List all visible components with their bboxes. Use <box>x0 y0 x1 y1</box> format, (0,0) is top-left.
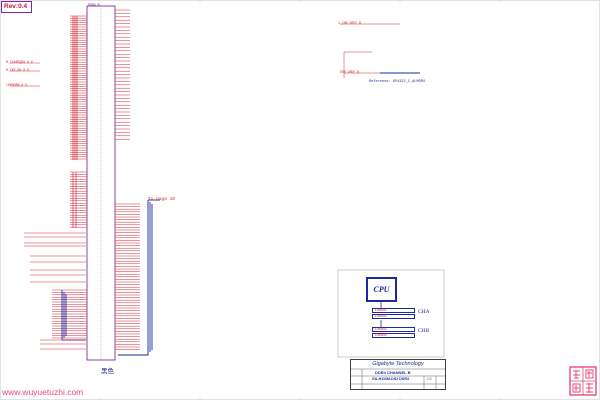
dimm3-slot: DIMM3 <box>372 327 415 332</box>
channel-a-label: CHA <box>418 309 430 315</box>
sheet-title: DDR4 CHANNEL B <box>375 370 411 375</box>
to-page-label: To page 10 <box>148 197 176 202</box>
board-rev: 1.0 <box>427 377 432 381</box>
stamp-logo-icon <box>569 366 597 396</box>
memory-connector-symbol <box>86 5 116 361</box>
dimm4-label: DIMM4 <box>375 333 387 337</box>
left-net-3: CKMDDRB 0 0 <box>6 83 28 87</box>
dimm4-slot: DIMM4 <box>372 333 415 338</box>
left-blue-bus <box>61 290 86 341</box>
left-net-1: M_CLKREQB# 0 0 <box>6 60 33 64</box>
company-name: Gigabyte Technology <box>372 361 424 367</box>
channel-b-label: CHB <box>418 328 430 334</box>
dimm1-label: DIMM1 <box>375 308 387 312</box>
left-signal-wires <box>10 62 86 350</box>
chip-color-label: 黑色 <box>101 367 114 375</box>
cpu-block: CPU <box>366 277 397 302</box>
site-watermark: www.wuyuetuzhi.com <box>2 387 84 397</box>
board-model: GA-H110M-DS2 DDR3 <box>372 377 409 381</box>
cpu-label: CPU <box>373 285 390 294</box>
schematic-sheet: DDR4_B M_CLKREQB# 0 0 M_CKE_B# 0 0 CKMDD… <box>0 0 600 400</box>
vref-net-2: DDR_VREF_B <box>340 70 360 74</box>
left-net-2: M_CKE_B# 0 0 <box>6 68 29 72</box>
right-pin-stubs <box>115 9 140 350</box>
reference-note: Reference: XP4322_C_ALMOR4 <box>369 80 426 84</box>
right-blue-bus <box>118 199 160 356</box>
dimm2-slot: DIMM2 <box>372 314 415 319</box>
dimm3-label: DIMM3 <box>375 327 387 331</box>
chip-refdes: DDR4_B <box>88 3 100 7</box>
revision-badge: Rev:0.4 <box>1 1 32 13</box>
left-pin-stubs-lower <box>52 171 87 339</box>
vref-net-1: 1_CHB_VREF_B <box>338 21 361 25</box>
left-pin-stubs-upper <box>70 15 87 160</box>
dimm2-label: DIMM2 <box>375 314 387 318</box>
dimm1-slot: DIMM1 <box>372 308 415 313</box>
schematic-wiring <box>0 0 600 400</box>
